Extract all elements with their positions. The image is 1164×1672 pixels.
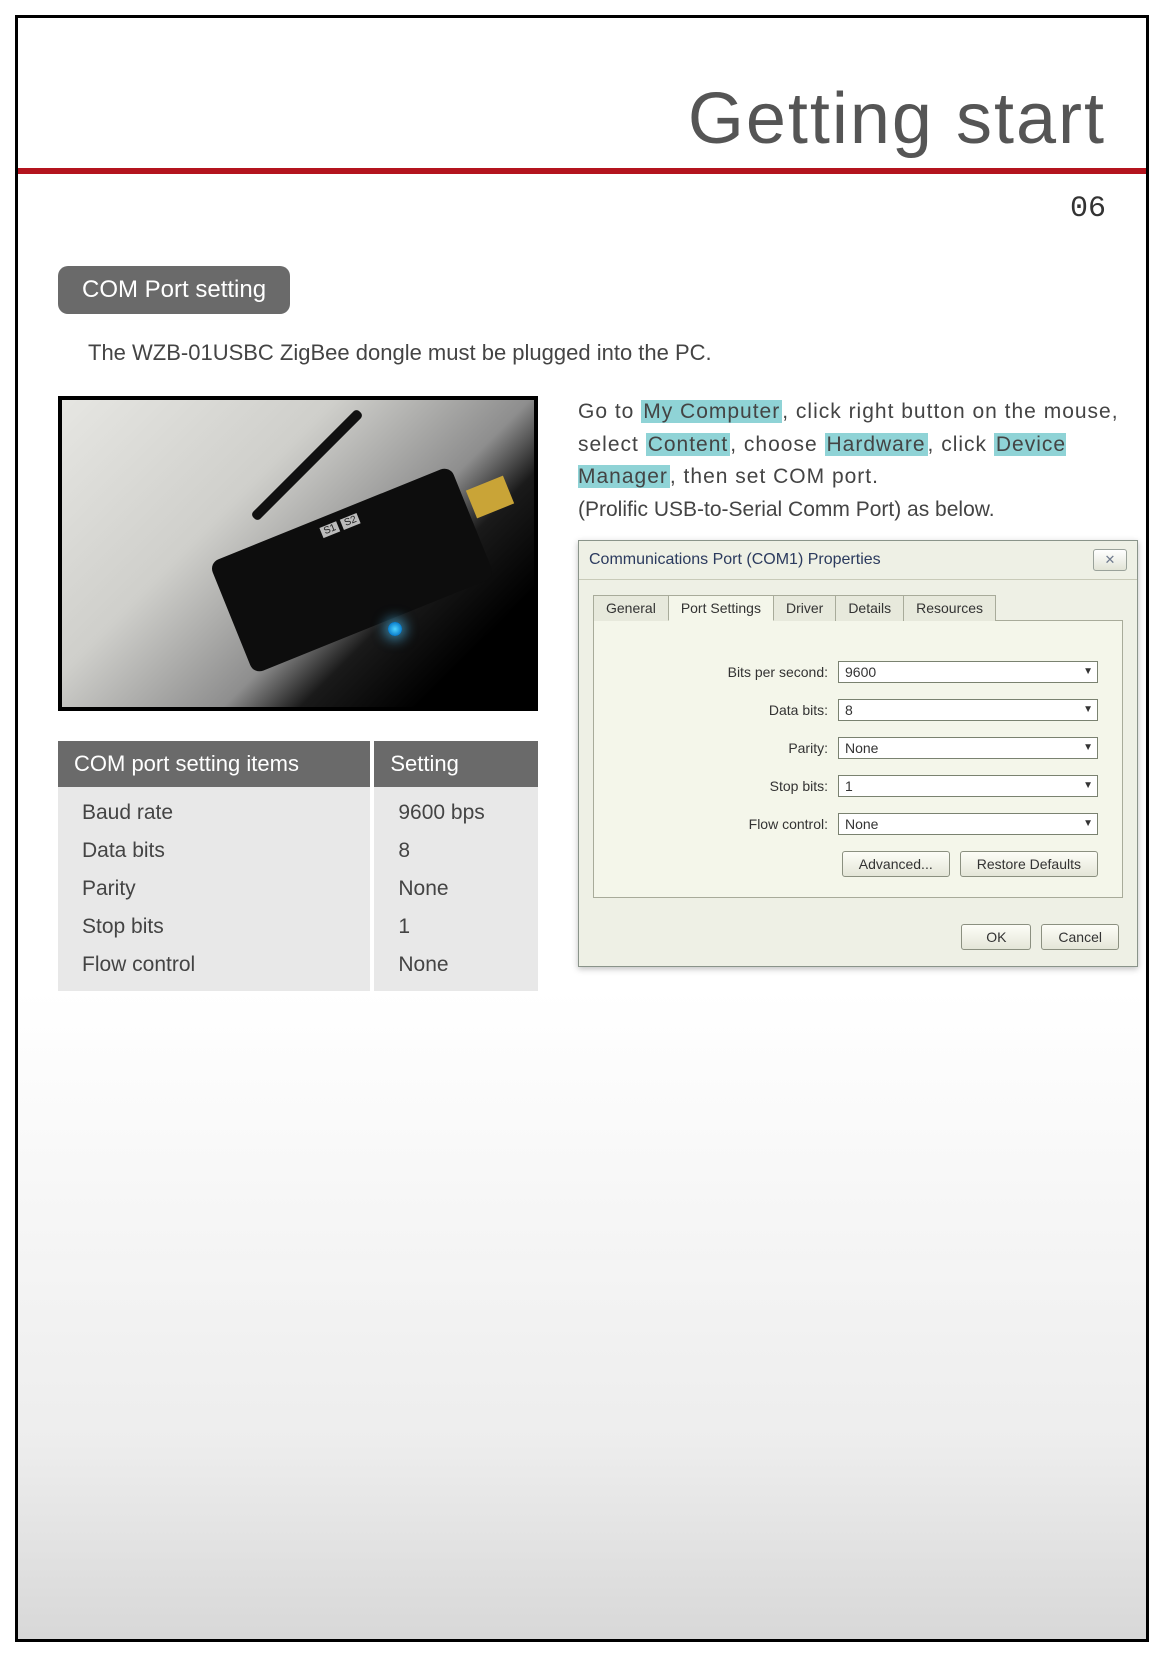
tab-general[interactable]: General xyxy=(593,595,669,621)
databits-select[interactable]: 8 ▼ xyxy=(838,699,1098,721)
highlight-hardware: Hardware xyxy=(825,433,928,456)
stopbits-value: 1 xyxy=(845,778,853,794)
setting-item: Baud rate xyxy=(58,787,372,832)
dialog-body: General Port Settings Driver Details Res… xyxy=(579,580,1137,912)
header-area: Getting start xyxy=(18,18,1146,160)
chevron-down-icon: ▼ xyxy=(1083,780,1093,791)
databits-label: Data bits: xyxy=(618,702,838,718)
field-row-parity: Parity: None ▼ xyxy=(618,737,1098,759)
content-area: COM Port setting The WZB-01USBC ZigBee d… xyxy=(18,226,1146,991)
dialog-tabs: General Port Settings Driver Details Res… xyxy=(593,594,1123,621)
inner-button-row: Advanced... Restore Defaults xyxy=(618,851,1098,877)
setting-value: 8 xyxy=(372,832,538,870)
chevron-down-icon: ▼ xyxy=(1083,818,1093,829)
properties-dialog: Communications Port (COM1) Properties ✕ … xyxy=(578,540,1138,967)
advanced-button[interactable]: Advanced... xyxy=(842,851,950,877)
two-column-layout: S1 S2 COM port setting items Setting xyxy=(58,396,1106,991)
intro-text: The WZB-01USBC ZigBee dongle must be plu… xyxy=(88,340,1106,366)
col-header-items: COM port setting items xyxy=(58,741,372,787)
tab-details[interactable]: Details xyxy=(835,595,904,621)
setting-value: 1 xyxy=(372,908,538,946)
table-row: Data bits 8 xyxy=(58,832,538,870)
switch-s1: S1 xyxy=(319,521,340,538)
close-button[interactable]: ✕ xyxy=(1093,549,1127,571)
field-row-bps: Bits per second: 9600 ▼ xyxy=(618,661,1098,683)
table-header-row: COM port setting items Setting xyxy=(58,741,538,787)
table-row: Stop bits 1 xyxy=(58,908,538,946)
dongle-switch-labels: S1 S2 xyxy=(319,513,361,538)
instructions-paragraph: Go to My Computer, click right button on… xyxy=(578,396,1138,494)
databits-value: 8 xyxy=(845,702,853,718)
parity-select[interactable]: None ▼ xyxy=(838,737,1098,759)
tab-driver[interactable]: Driver xyxy=(773,595,836,621)
instr-text: , then set COM port. xyxy=(670,465,879,488)
setting-item: Parity xyxy=(58,870,372,908)
table-row: Flow control None xyxy=(58,946,538,991)
flow-select[interactable]: None ▼ xyxy=(838,813,1098,835)
dialog-title: Communications Port (COM1) Properties xyxy=(589,551,881,569)
highlight-content: Content xyxy=(646,433,731,456)
bps-select[interactable]: 9600 ▼ xyxy=(838,661,1098,683)
page-frame: Getting start 06 COM Port setting The WZ… xyxy=(15,15,1149,1642)
title-divider xyxy=(18,168,1146,174)
parity-value: None xyxy=(845,740,878,756)
highlight-my-computer: My Computer xyxy=(641,400,782,423)
close-icon: ✕ xyxy=(1105,552,1116,567)
settings-table: COM port setting items Setting Baud rate… xyxy=(58,741,538,991)
field-row-stopbits: Stop bits: 1 ▼ xyxy=(618,775,1098,797)
dialog-footer: OK Cancel xyxy=(579,912,1137,966)
chevron-down-icon: ▼ xyxy=(1083,666,1093,677)
stopbits-select[interactable]: 1 ▼ xyxy=(838,775,1098,797)
table-row: Baud rate 9600 bps xyxy=(58,787,538,832)
setting-item: Data bits xyxy=(58,832,372,870)
setting-item: Flow control xyxy=(58,946,372,991)
field-row-flow: Flow control: None ▼ xyxy=(618,813,1098,835)
ok-button[interactable]: OK xyxy=(961,924,1031,950)
bps-label: Bits per second: xyxy=(618,664,838,680)
setting-value: None xyxy=(372,946,538,991)
setting-item: Stop bits xyxy=(58,908,372,946)
flow-value: None xyxy=(845,816,878,832)
instr-text: , click xyxy=(928,433,994,456)
table-row: Parity None xyxy=(58,870,538,908)
restore-defaults-button[interactable]: Restore Defaults xyxy=(960,851,1098,877)
page-title: Getting start xyxy=(18,78,1106,160)
dongle-photo: S1 S2 xyxy=(58,396,538,711)
tab-port-settings[interactable]: Port Settings xyxy=(668,595,774,621)
dongle-led-icon xyxy=(388,622,402,636)
instr-text: , choose xyxy=(730,433,824,456)
antenna-tip xyxy=(466,476,514,519)
setting-value: None xyxy=(372,870,538,908)
chevron-down-icon: ▼ xyxy=(1083,704,1093,715)
instr-text: Go to xyxy=(578,400,641,423)
section-label: COM Port setting xyxy=(58,266,290,314)
setting-value: 9600 bps xyxy=(372,787,538,832)
bps-value: 9600 xyxy=(845,664,876,680)
col-header-setting: Setting xyxy=(372,741,538,787)
field-row-databits: Data bits: 8 ▼ xyxy=(618,699,1098,721)
sub-note: (Prolific USB-to-Serial Comm Port) as be… xyxy=(578,498,1138,522)
left-column: S1 S2 COM port setting items Setting xyxy=(58,396,538,991)
dialog-titlebar: Communications Port (COM1) Properties ✕ xyxy=(579,541,1137,580)
flow-label: Flow control: xyxy=(618,816,838,832)
right-column: Go to My Computer, click right button on… xyxy=(578,396,1138,991)
parity-label: Parity: xyxy=(618,740,838,756)
switch-s2: S2 xyxy=(340,513,361,530)
page-number: 06 xyxy=(18,192,1146,226)
tab-resources[interactable]: Resources xyxy=(903,595,996,621)
stopbits-label: Stop bits: xyxy=(618,778,838,794)
tab-panel-port-settings: Bits per second: 9600 ▼ Data bits: 8 xyxy=(593,621,1123,898)
chevron-down-icon: ▼ xyxy=(1083,742,1093,753)
cancel-button[interactable]: Cancel xyxy=(1041,924,1119,950)
